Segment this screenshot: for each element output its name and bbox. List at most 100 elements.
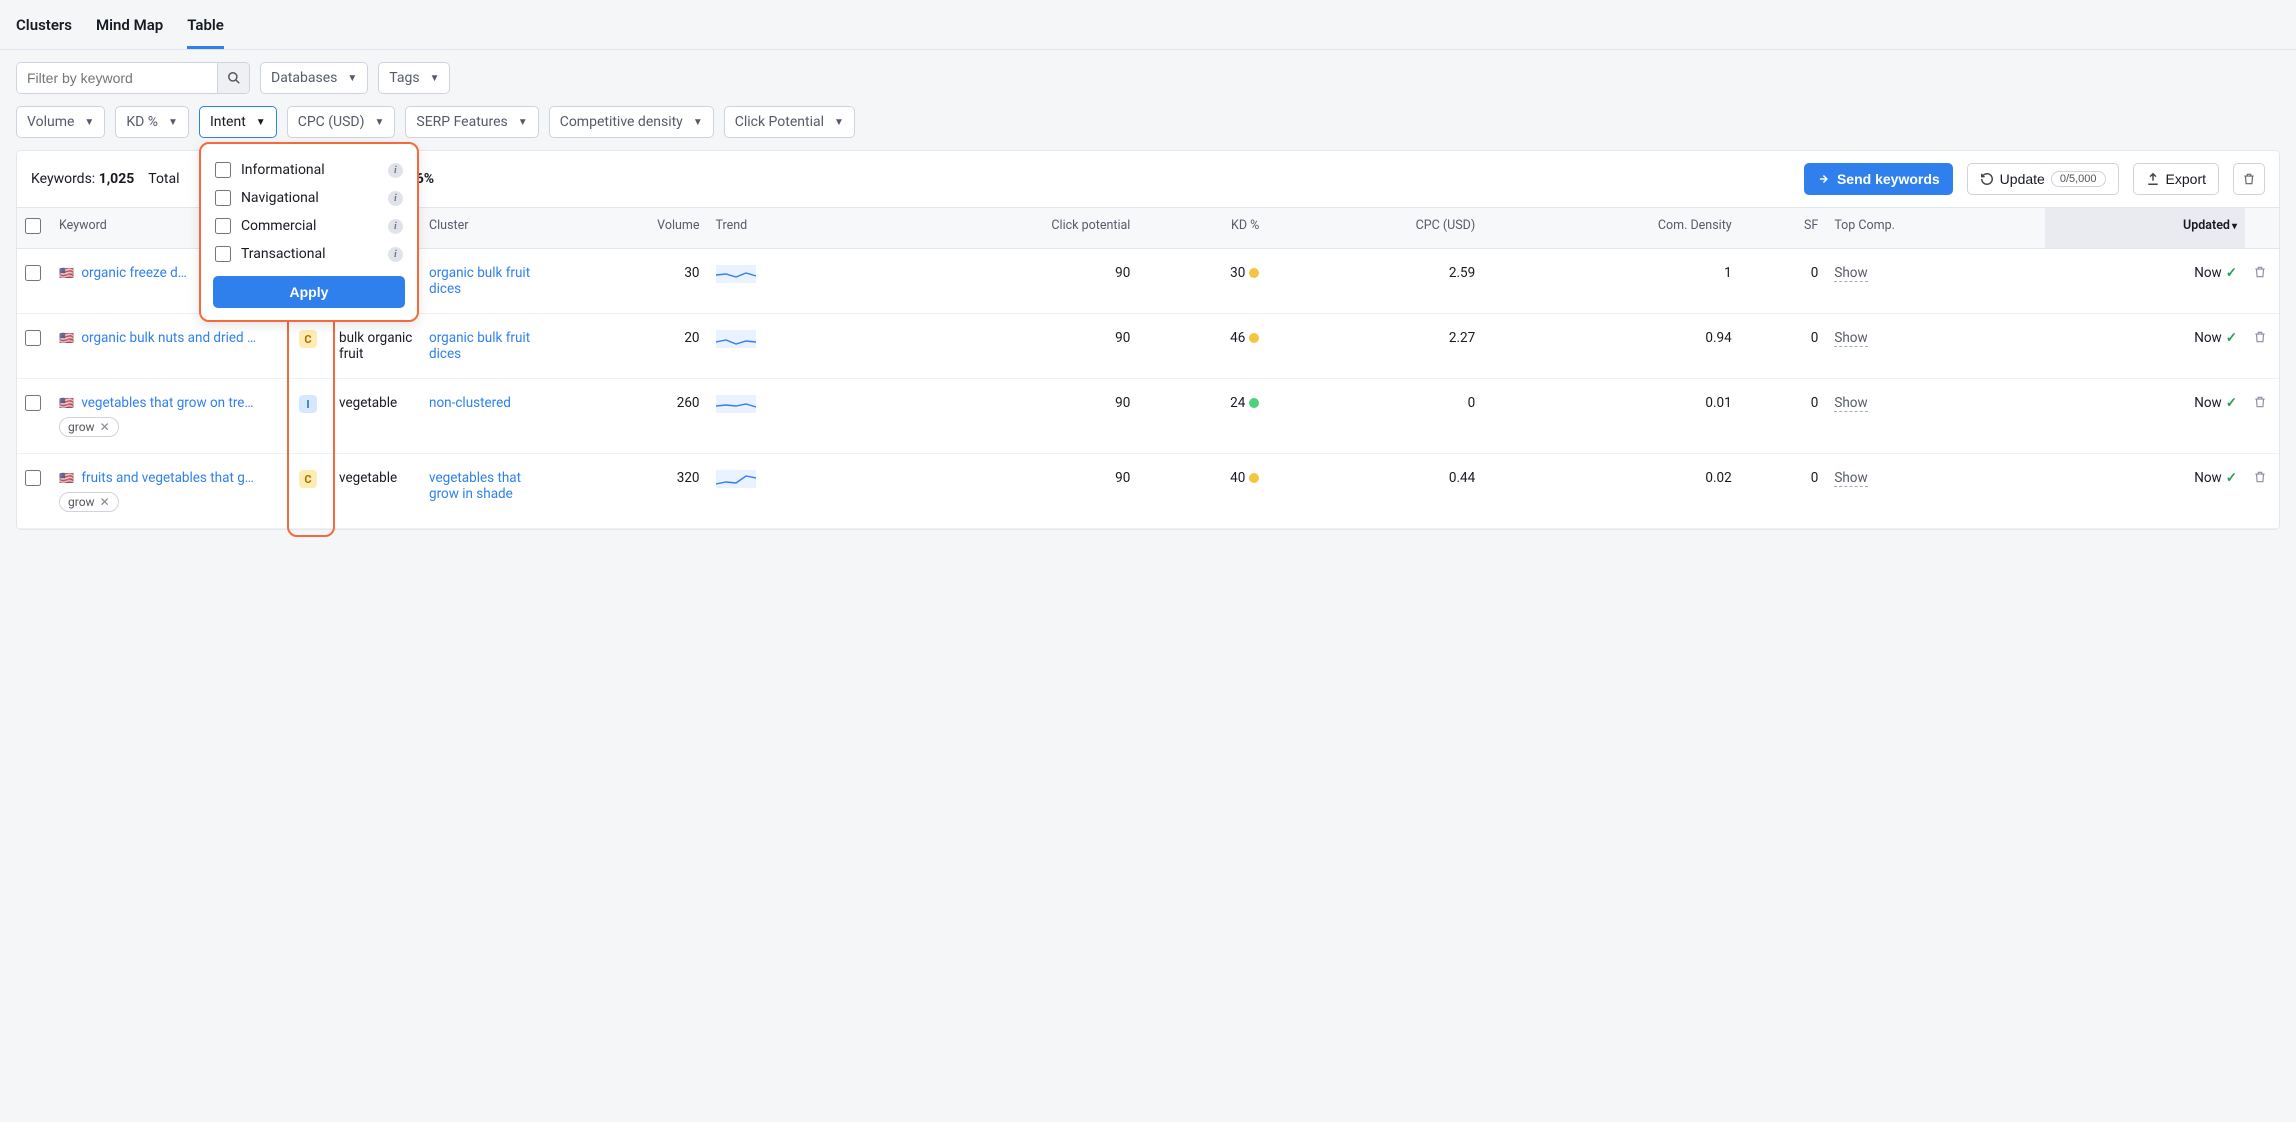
search-button[interactable] [217,63,249,93]
remove-tag-icon[interactable]: ✕ [100,495,110,509]
cell-trend [708,314,868,379]
search-input[interactable] [17,63,217,93]
chevron-down-icon: ▼ [256,117,266,128]
tab-clusters[interactable]: Clusters [16,10,72,49]
select-all-checkbox[interactable] [25,218,41,234]
col-sf[interactable]: SF [1740,208,1827,249]
seed-keyword: vegetable [331,454,421,529]
row-checkbox[interactable] [25,470,41,486]
intent-informational[interactable]: Informational i [213,156,405,184]
chevron-down-icon: ▼ [84,117,94,128]
chevron-down-icon: ▼ [347,73,357,84]
delete-row-button[interactable] [2253,397,2267,413]
show-competitors[interactable]: Show [1834,330,1867,347]
keywords-count: Keywords: 1,025 [31,171,134,187]
cluster-link[interactable]: organic bulk fruit dices [429,265,530,297]
col-trend[interactable]: Trend [708,208,868,249]
intent-navigational-checkbox[interactable] [215,190,231,206]
export-icon [2146,172,2160,186]
cell-comd: 0.94 [1483,314,1740,379]
intent-badge: C [299,330,317,348]
flag-us-icon: 🇺🇸 [59,331,74,345]
col-cpc[interactable]: CPC (USD) [1267,208,1483,249]
cell-sf: 0 [1740,379,1827,454]
cluster-link[interactable]: non-clustered [429,395,511,411]
intent-apply-button[interactable]: Apply [213,276,405,308]
send-keywords-button[interactable]: Send keywords [1804,163,1953,195]
keyword-search [16,62,250,94]
col-click[interactable]: Click potential [867,208,1138,249]
col-updated[interactable]: Updated▾ [2045,208,2245,249]
col-kd[interactable]: KD % [1138,208,1267,249]
tabs: Clusters Mind Map Table [0,0,2296,50]
keyword-link[interactable]: organic bulk nuts and dried … [81,330,256,346]
show-competitors[interactable]: Show [1834,395,1867,412]
search-icon [227,71,241,85]
intent-transactional[interactable]: Transactional i [213,240,405,268]
trend-sparkline [716,395,756,413]
seed-keyword: vegetable [331,379,421,454]
tag-chip[interactable]: grow ✕ [59,492,119,512]
delete-row-button[interactable] [2253,267,2267,283]
flag-us-icon: 🇺🇸 [59,471,74,485]
row-checkbox[interactable] [25,330,41,346]
intent-commercial-checkbox[interactable] [215,218,231,234]
kd-dot-icon [1249,473,1259,483]
show-competitors[interactable]: Show [1834,265,1867,282]
intent-commercial[interactable]: Commercial i [213,212,405,240]
cell-comd: 1 [1483,249,1740,314]
cell-kd: 24 [1138,379,1267,454]
checkmark-icon: ✓ [2226,330,2237,346]
filter-kd[interactable]: KD %▼ [115,106,189,138]
cluster-link[interactable]: organic bulk fruit dices [429,330,530,362]
cell-updated: Now✓ [2045,314,2245,379]
cluster-link[interactable]: vegetables that grow in shade [429,470,521,502]
cell-volume: 260 [541,379,708,454]
col-comd[interactable]: Com. Density [1483,208,1740,249]
table-row: 🇺🇸 vegetables that grow on tre… grow ✕ I… [17,379,2279,454]
trend-sparkline [716,265,756,283]
export-button[interactable]: Export [2133,163,2219,195]
filter-competitive-density[interactable]: Competitive density▼ [549,106,714,138]
chevron-down-icon: ▼ [168,117,178,128]
filter-volume[interactable]: Volume▼ [16,106,105,138]
filter-serp[interactable]: SERP Features▼ [405,106,538,138]
filter-databases[interactable]: Databases▼ [260,62,368,94]
trash-icon [2253,395,2267,409]
delete-row-button[interactable] [2253,472,2267,488]
filter-click-potential[interactable]: Click Potential▼ [724,106,855,138]
tab-mindmap[interactable]: Mind Map [96,10,163,49]
keyword-link[interactable]: organic freeze d… [81,265,186,281]
cell-click: 90 [867,314,1138,379]
checkmark-icon: ✓ [2226,395,2237,411]
col-volume[interactable]: Volume [541,208,708,249]
delete-row-button[interactable] [2253,332,2267,348]
col-cluster[interactable]: Cluster [421,208,541,249]
refresh-icon [1980,172,1994,186]
info-icon: i [388,247,403,262]
tag-chip[interactable]: grow ✕ [59,417,119,437]
trend-sparkline [716,330,756,348]
remove-tag-icon[interactable]: ✕ [100,420,110,434]
delete-all-button[interactable] [2233,163,2265,195]
intent-navigational[interactable]: Navigational i [213,184,405,212]
keyword-link[interactable]: fruits and vegetables that g… [81,470,254,486]
cell-volume: 320 [541,454,708,529]
cell-volume: 30 [541,249,708,314]
row-checkbox[interactable] [25,265,41,281]
keyword-link[interactable]: vegetables that grow on tre… [81,395,253,411]
filter-cpc[interactable]: CPC (USD)▼ [287,106,396,138]
intent-transactional-checkbox[interactable] [215,246,231,262]
show-competitors[interactable]: Show [1834,470,1867,487]
update-button[interactable]: Update 0/5,000 [1967,163,2119,195]
filter-tags[interactable]: Tags▼ [378,62,450,94]
filter-intent[interactable]: Intent▼ [199,106,277,138]
col-top[interactable]: Top Comp. [1826,208,2045,249]
intent-badge: C [299,470,317,488]
intent-informational-checkbox[interactable] [215,162,231,178]
tab-table[interactable]: Table [187,10,224,49]
trash-icon [2242,172,2256,186]
cell-updated: Now✓ [2045,249,2245,314]
row-checkbox[interactable] [25,395,41,411]
trash-icon [2253,265,2267,279]
